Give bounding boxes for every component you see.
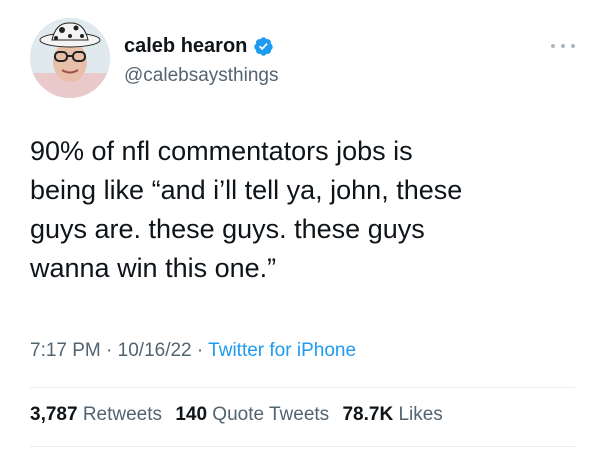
display-name[interactable]: caleb hearon (124, 35, 247, 58)
tweet-text-line: 90% of nfl commentators jobs is (30, 136, 413, 166)
retweets-count: 3,787 (30, 404, 78, 425)
tweet-header: caleb hearon @calebsaysthings (30, 18, 575, 102)
tweet-date[interactable]: 10/16/22 (118, 340, 192, 361)
likes-stat[interactable]: 78.7K Likes (342, 404, 442, 425)
quote-tweets-count: 140 (175, 404, 208, 425)
tweet-source-link[interactable]: Twitter for iPhone (208, 340, 356, 361)
separator: · (196, 340, 204, 361)
verified-badge-icon (253, 36, 274, 57)
tweet-text-line: being like “and i’ll tell ya, john, thes… (30, 175, 463, 205)
tweet-text-line: wanna win this one.” (30, 253, 277, 283)
divider (30, 446, 575, 447)
name-row: caleb hearon (124, 35, 274, 58)
likes-label: Likes (398, 404, 443, 425)
quote-tweets-stat[interactable]: 140 Quote Tweets (175, 404, 334, 425)
tweet-metadata: 7:17 PM · 10/16/22 · Twitter for iPhone (30, 340, 356, 362)
more-options-icon[interactable] (551, 42, 575, 50)
likes-count: 78.7K (342, 404, 394, 425)
retweets-label: Retweets (82, 404, 163, 425)
tweet-time[interactable]: 7:17 PM (30, 340, 101, 361)
retweets-stat[interactable]: 3,787 Retweets (30, 404, 167, 425)
tweet-text: 90% of nfl commentators jobs is being li… (30, 132, 575, 288)
avatar[interactable] (30, 18, 110, 98)
separator: · (106, 340, 113, 361)
divider (30, 387, 575, 388)
tweet-text-line: guys are. these guys. these guys (30, 214, 425, 244)
engagement-stats: 3,787 Retweets 140 Quote Tweets 78.7K Li… (30, 404, 451, 426)
avatar-image (30, 18, 110, 98)
quote-tweets-label: Quote Tweets (212, 404, 330, 425)
user-handle[interactable]: @calebsaysthings (124, 65, 278, 87)
